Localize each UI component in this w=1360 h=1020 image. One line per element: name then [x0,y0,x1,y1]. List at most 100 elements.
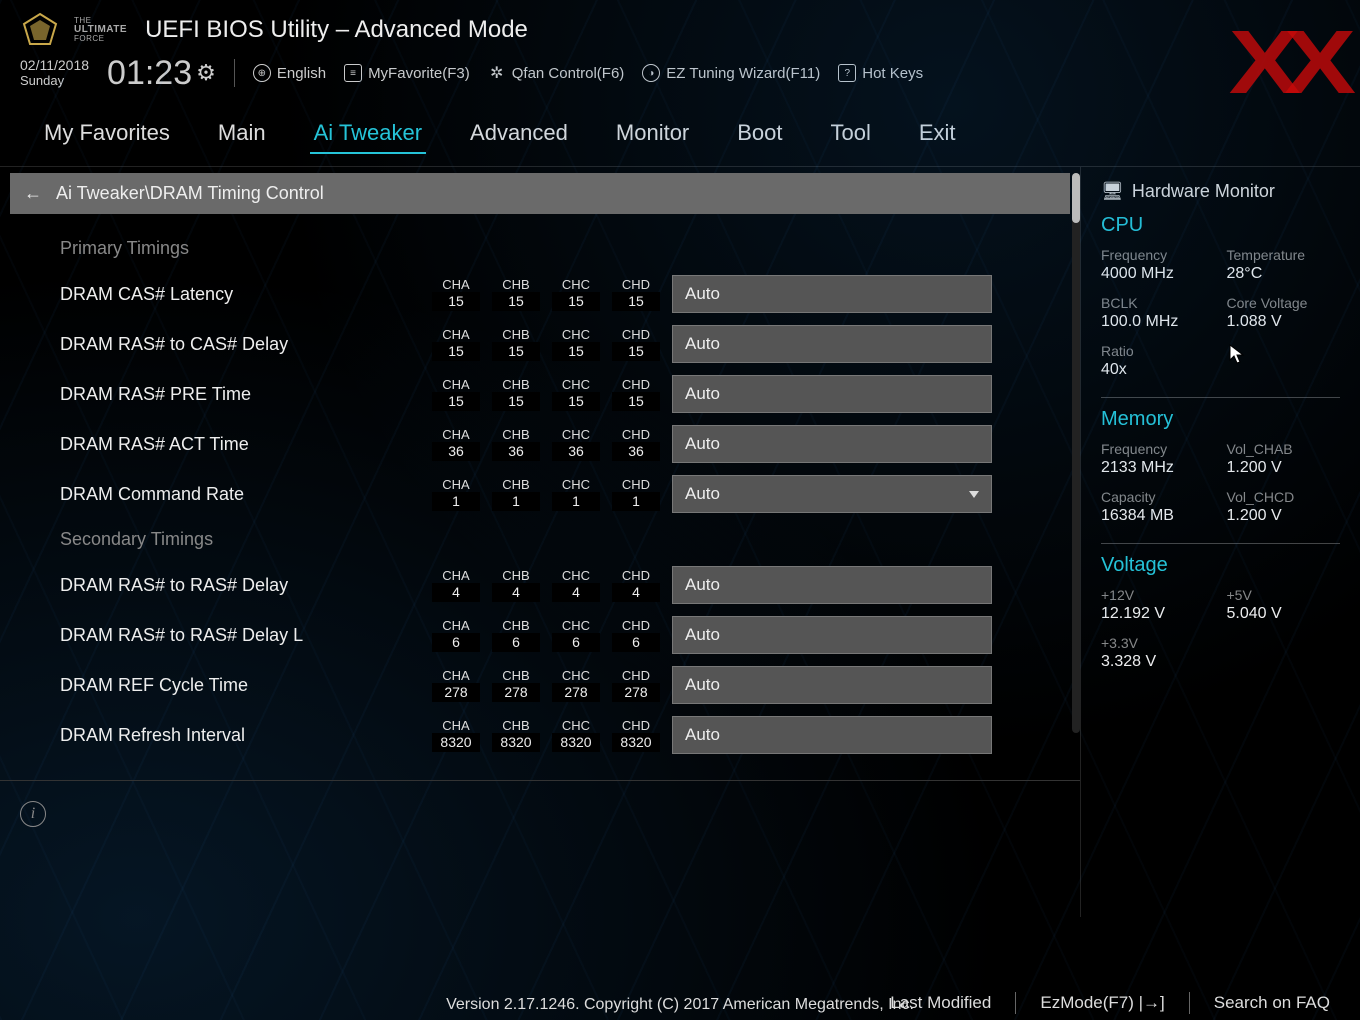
language-button[interactable]: ⊕ English [253,64,326,82]
channel-readout: CHB278 [492,668,540,702]
channel-readout: CHC1 [552,477,600,511]
monitor-cell: Ratio40x [1101,343,1215,379]
setting-label: DRAM RAS# to RAS# Delay L [60,625,420,646]
sidebar-title-text: Hardware Monitor [1132,181,1275,202]
channel-readout: CHC278 [552,668,600,702]
channel-readout: CHD6 [612,618,660,652]
setting-input[interactable]: Auto [672,425,992,463]
setting-label: DRAM CAS# Latency [60,284,420,305]
channel-readout: CHB1 [492,477,540,511]
tab-tool[interactable]: Tool [827,114,875,154]
tab-boot[interactable]: Boot [733,114,786,154]
copyright-text: Version 2.17.1246. Copyright (C) 2017 Am… [0,996,1360,1014]
separator [234,59,235,87]
channel-readout: CHC6 [552,618,600,652]
scrollbar[interactable] [1072,173,1080,733]
channel-readout: CHD15 [612,327,660,361]
sidebar-title: 🖥 Hardware Monitor [1101,181,1340,202]
setting-row: DRAM Refresh IntervalCHA8320CHB8320CHC83… [60,710,1050,760]
divider [1101,397,1340,398]
info-icon: i [20,801,46,827]
hardware-monitor-sidebar: 🖥 Hardware Monitor CPU Frequency4000 MHz… [1080,167,1360,917]
hotkeys-button[interactable]: ? Hot Keys [838,64,923,82]
tab-main[interactable]: Main [214,114,270,154]
setting-input[interactable]: Auto [672,666,992,704]
setting-label: DRAM Refresh Interval [60,725,420,746]
setting-dropdown[interactable]: Auto [672,475,992,513]
channel-readout: CHA8320 [432,718,480,752]
fan-icon: ✲ [488,64,506,82]
day-text: Sunday [20,74,89,88]
gear-icon[interactable]: ⚙ [196,60,216,86]
settings-list: Primary TimingsDRAM CAS# LatencyCHA15CHB… [0,220,1080,780]
ez-tuning-button[interactable]: ◑ EZ Tuning Wizard(F11) [642,64,820,82]
channel-group: CHA15CHB15CHC15CHD15 [432,277,660,311]
setting-input[interactable]: Auto [672,375,992,413]
channel-readout: CHD15 [612,277,660,311]
channel-readout: CHD15 [612,377,660,411]
subheader: 02/11/2018 Sunday 01:23 ⚙ ⊕ English ≡ My… [0,52,1360,102]
setting-input[interactable]: Auto [672,566,992,604]
setting-input[interactable]: Auto [672,716,992,754]
channel-readout: CHD4 [612,568,660,602]
language-label: English [277,65,326,82]
channel-group: CHA278CHB278CHC278CHD278 [432,668,660,702]
monitor-cell: +12V12.192 V [1101,587,1215,623]
setting-input[interactable]: Auto [672,325,992,363]
channel-group: CHA4CHB4CHC4CHD4 [432,568,660,602]
channel-readout: CHA278 [432,668,480,702]
sidebar-cpu-head: CPU [1101,214,1340,237]
setting-row: DRAM CAS# Latency CHA15CHB15CHC15CHD15 Aut… [60,269,1050,319]
setting-row: DRAM Command RateCHA1CHB1CHC1CHD1Auto [60,469,1050,519]
tab-my-favorites[interactable]: My Favorites [40,114,174,154]
channel-readout: CHA36 [432,427,480,461]
ez-tuning-label: EZ Tuning Wizard(F11) [666,65,820,82]
breadcrumb[interactable]: ← Ai Tweaker\DRAM Timing Control [10,173,1070,214]
channel-readout: CHB15 [492,277,540,311]
setting-input[interactable]: Auto [672,275,992,313]
channel-readout: CHD36 [612,427,660,461]
tab-advanced[interactable]: Advanced [466,114,572,154]
setting-row: DRAM RAS# to CAS# DelayCHA15CHB15CHC15CH… [60,319,1050,369]
channel-readout: CHD8320 [612,718,660,752]
monitor-cell: Vol_CHCD1.200 V [1227,489,1341,525]
setting-label: DRAM RAS# PRE Time [60,384,420,405]
time-display[interactable]: 01:23 ⚙ [107,54,216,93]
back-arrow-icon[interactable]: ← [24,183,42,204]
channel-readout: CHC15 [552,377,600,411]
channel-group: CHA15CHB15CHC15CHD15 [432,377,660,411]
channel-readout: CHC4 [552,568,600,602]
header: THE ULTIMATE FORCE UEFI BIOS Utility – A… [0,0,1360,52]
channel-readout: CHC36 [552,427,600,461]
tab-exit[interactable]: Exit [915,114,960,154]
main-tabs: My Favorites Main Ai Tweaker Advanced Monito… [0,102,1360,167]
qfan-button[interactable]: ✲ Qfan Control(F6) [488,64,625,82]
date-text: 02/11/2018 [20,58,89,73]
sidebar-memory-section: Memory Frequency2133 MHzVol_CHAB1.200 VC… [1101,408,1340,525]
setting-input[interactable]: Auto [672,616,992,654]
tab-ai-tweaker[interactable]: Ai Tweaker [310,114,426,154]
myfavorite-button[interactable]: ≡ MyFavorite(F3) [344,64,470,82]
sidebar-memory-head: Memory [1101,408,1340,431]
setting-row: DRAM RAS# PRE TimeCHA15CHB15CHC15CHD15Au… [60,369,1050,419]
list-icon: ≡ [344,64,362,82]
section-header: Primary Timings [60,228,1050,269]
channel-readout: CHA15 [432,377,480,411]
brand-text: THE ULTIMATE FORCE [74,17,127,43]
divider [1101,543,1340,544]
sidebar-voltage-section: Voltage +12V12.192 V+5V5.040 V+3.3V3.328… [1101,554,1340,671]
channel-readout: CHC8320 [552,718,600,752]
setting-label: DRAM REF Cycle Time [60,675,420,696]
monitor-cell: +5V5.040 V [1227,587,1341,623]
scrollbar-thumb[interactable] [1072,173,1080,223]
setting-label: DRAM RAS# to RAS# Delay [60,575,420,596]
monitor-cell: +3.3V3.328 V [1101,635,1215,671]
tab-monitor[interactable]: Monitor [612,114,693,154]
breadcrumb-text: Ai Tweaker\DRAM Timing Control [56,183,324,204]
channel-readout: CHA1 [432,477,480,511]
channel-readout: CHB4 [492,568,540,602]
tuf-logo-icon [20,10,60,50]
setting-label: DRAM RAS# to CAS# Delay [60,334,420,355]
page-title: UEFI BIOS Utility – Advanced Mode [145,16,528,44]
setting-row: DRAM RAS# to RAS# DelayCHA4CHB4CHC4CHD4A… [60,560,1050,610]
